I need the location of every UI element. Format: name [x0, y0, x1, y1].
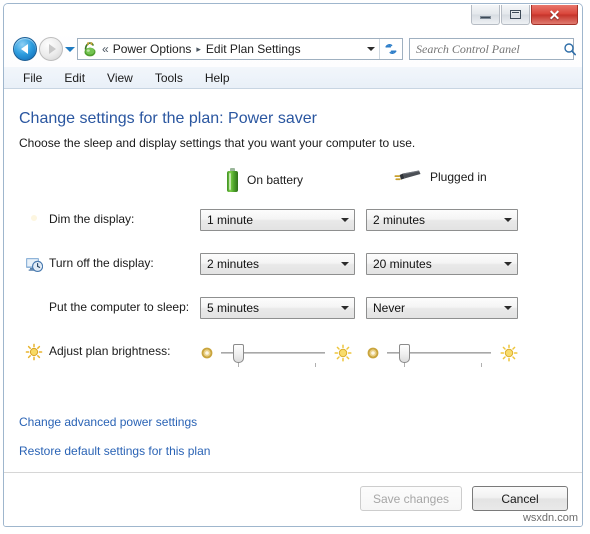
page-subtitle: Choose the sleep and display settings th… — [19, 136, 416, 150]
slider-tick — [238, 363, 239, 367]
setting-row-sleep: Put the computer to sleep: 5 minutes Nev… — [4, 296, 582, 330]
address-chevrons: « — [102, 42, 109, 56]
address-bar[interactable]: « Power Options ▸ Edit Plan Settings — [77, 38, 403, 60]
footer-buttons: Save changes Cancel — [359, 486, 568, 511]
caption-buttons: ✕ — [470, 5, 578, 25]
back-arrow-icon — [20, 44, 28, 54]
forward-arrow-icon — [48, 44, 56, 54]
menu-item-edit[interactable]: Edit — [55, 69, 94, 87]
column-label-on-battery: On battery — [247, 173, 304, 187]
chevron-down-icon — [336, 262, 354, 266]
menu-item-tools[interactable]: Tools — [146, 69, 192, 87]
chevron-down-icon — [65, 46, 75, 52]
link-restore-default-settings[interactable]: Restore default settings for this plan — [19, 444, 210, 458]
maximize-button[interactable] — [501, 5, 530, 25]
minimize-icon — [480, 15, 491, 19]
dim-display-icon — [25, 211, 43, 229]
column-header-plugged-in: Plugged in — [392, 168, 487, 186]
close-button[interactable]: ✕ — [531, 5, 578, 25]
dropdown-turn-off-display-plugged-in[interactable]: 20 minutes — [366, 253, 518, 275]
power-options-window: ✕ « Power Options ▸ Edit Plan Settings S… — [3, 3, 583, 527]
row-label-sleep: Put the computer to sleep: — [49, 300, 190, 314]
brightness-slider-plugged-in[interactable] — [366, 342, 518, 367]
dropdown-value: Never — [373, 301, 406, 315]
menu-bar: File Edit View Tools Help — [4, 67, 582, 89]
dropdown-dim-display-plugged-in[interactable]: 2 minutes — [366, 209, 518, 231]
minimize-button[interactable] — [471, 5, 500, 25]
refresh-icon — [385, 43, 397, 55]
footer-separator — [4, 472, 582, 473]
bright-sun-icon — [334, 344, 352, 362]
column-label-plugged-in: Plugged in — [430, 170, 487, 184]
breadcrumb-edit-plan-settings[interactable]: Edit Plan Settings — [206, 42, 301, 56]
dim-sun-icon — [366, 346, 380, 360]
menu-item-view[interactable]: View — [98, 69, 142, 87]
save-changes-button[interactable]: Save changes — [359, 486, 462, 511]
address-dropdown-button[interactable] — [363, 39, 379, 59]
dropdown-value: 5 minutes — [207, 301, 260, 315]
forward-button[interactable] — [39, 37, 63, 61]
recent-pages-button[interactable] — [63, 38, 77, 60]
slider-track-container[interactable] — [387, 342, 491, 367]
search-icon — [563, 42, 577, 56]
column-header-on-battery: On battery — [226, 168, 303, 192]
breadcrumb-power-options[interactable]: Power Options — [113, 42, 192, 56]
cancel-button[interactable]: Cancel — [472, 486, 568, 511]
chevron-down-icon — [499, 218, 517, 222]
bright-sun-icon — [500, 344, 518, 362]
dropdown-value: 2 minutes — [373, 213, 426, 227]
chevron-down-icon — [336, 218, 354, 222]
turn-off-display-icon — [25, 255, 44, 273]
menu-item-help[interactable]: Help — [196, 69, 239, 87]
setting-row-dim-display: Dim the display: 1 minute 2 minutes — [4, 208, 582, 242]
watermark: wsxdn.com — [522, 512, 578, 524]
navigation-bar: « Power Options ▸ Edit Plan Settings — [4, 34, 582, 64]
dropdown-value: 20 minutes — [373, 257, 432, 271]
content-area: Change settings for the plan: Power save… — [4, 90, 582, 526]
column-headers: On battery Plugged in — [4, 168, 582, 196]
dropdown-dim-display-on-battery[interactable]: 1 minute — [200, 209, 355, 231]
menu-item-file[interactable]: File — [14, 69, 51, 87]
dropdown-turn-off-display-on-battery[interactable]: 2 minutes — [200, 253, 355, 275]
chevron-down-icon — [499, 306, 517, 310]
search-box[interactable] — [409, 38, 577, 60]
slider-tick — [481, 363, 482, 367]
dropdown-sleep-plugged-in[interactable]: Never — [366, 297, 518, 319]
page-title: Change settings for the plan: Power save… — [19, 110, 317, 127]
chevron-down-icon — [499, 262, 517, 266]
search-input[interactable] — [410, 40, 563, 58]
slider-thumb[interactable] — [233, 344, 244, 363]
brightness-slider-on-battery[interactable] — [200, 342, 352, 367]
row-label-brightness: Adjust plan brightness: — [49, 344, 171, 358]
chevron-down-icon — [336, 306, 354, 310]
row-label-turn-off-display: Turn off the display: — [49, 256, 154, 270]
slider-tick — [315, 363, 316, 367]
brightness-icon — [25, 343, 43, 361]
dropdown-sleep-on-battery[interactable]: 5 minutes — [200, 297, 355, 319]
back-button[interactable] — [13, 37, 37, 61]
power-plug-icon — [392, 168, 422, 186]
refresh-button[interactable] — [379, 39, 402, 59]
dropdown-value: 2 minutes — [207, 257, 260, 271]
close-icon: ✕ — [548, 6, 561, 23]
link-change-advanced-power-settings[interactable]: Change advanced power settings — [19, 415, 197, 429]
maximize-icon — [510, 10, 521, 19]
sleep-icon — [25, 299, 43, 317]
power-options-icon — [81, 41, 99, 57]
dim-sun-icon — [200, 346, 214, 360]
slider-tick — [404, 363, 405, 367]
row-label-dim-display: Dim the display: — [49, 212, 135, 226]
dropdown-value: 1 minute — [207, 213, 254, 227]
setting-row-brightness: Adjust plan brightness: — [4, 340, 582, 374]
slider-thumb[interactable] — [399, 344, 410, 363]
chevron-down-icon — [367, 47, 375, 51]
slider-track-container[interactable] — [221, 342, 325, 367]
battery-icon — [226, 168, 239, 192]
setting-row-turn-off-display: Turn off the display: 2 minutes 20 minut… — [4, 252, 582, 286]
breadcrumb-separator-icon: ▸ — [196, 43, 201, 54]
